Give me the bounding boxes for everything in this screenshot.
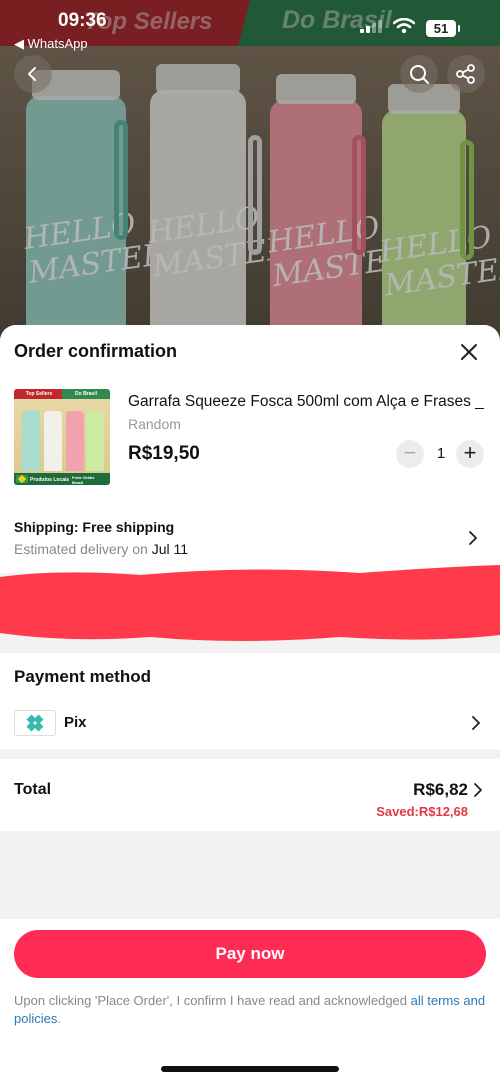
status-time: 09:36 [58, 10, 107, 31]
redacted-address [0, 565, 500, 641]
saved-amount: Saved:R$12,68 [376, 804, 468, 819]
close-icon[interactable] [456, 339, 482, 365]
minus-icon: − [403, 440, 417, 465]
quantity-increase-button[interactable]: + [456, 440, 484, 468]
terms-notice: Upon clicking 'Place Order', I confirm I… [14, 993, 486, 1026]
quantity-value: 1 [436, 445, 446, 462]
plus-icon: + [463, 440, 477, 465]
pix-icon [26, 714, 44, 732]
payment-method-name[interactable]: Pix [64, 714, 87, 731]
back-button[interactable] [14, 55, 52, 93]
brazil-flag-icon [16, 475, 28, 483]
share-button[interactable] [447, 55, 485, 93]
chevron-right-icon [469, 531, 477, 545]
search-button[interactable] [400, 55, 438, 93]
search-icon [410, 65, 429, 84]
quantity-decrease-button[interactable]: − [396, 440, 424, 468]
delivery-date: Jul 11 [151, 541, 189, 557]
total-label: Total [14, 781, 52, 798]
share-icon [456, 64, 475, 84]
order-confirmation-sheet: Order confirmation Top Sellers Do Brasil… [0, 325, 500, 1081]
payment-method-title: Payment method [14, 667, 151, 686]
home-indicator[interactable] [161, 1066, 339, 1072]
pix-logo[interactable] [14, 710, 56, 736]
shipping-estimate: Estimated delivery on Jul 11 [14, 541, 189, 557]
product-thumbnail[interactable]: Top Sellers Do Brasil Produtos Locais Fr… [14, 389, 110, 485]
product-variant[interactable]: Random [128, 416, 181, 432]
shipping-title: Shipping: Free shipping [14, 519, 175, 535]
pay-now-button[interactable]: Pay now [14, 930, 486, 978]
total-amount[interactable]: R$6,82 [413, 780, 468, 800]
product-name: Garrafa Squeeze Fosca 500ml com Alça e F… [128, 393, 484, 410]
sheet-title: Order confirmation [14, 341, 178, 361]
back-to-app-link[interactable]: ◀ WhatsApp [14, 36, 88, 52]
battery-indicator: 51 [426, 20, 460, 37]
signal-icon [360, 20, 382, 33]
back-icon [28, 67, 36, 81]
chevron-right-icon[interactable] [470, 716, 482, 730]
product-card: Order confirmation Top Sellers Do Brasil… [0, 325, 500, 503]
chevron-right-icon[interactable] [472, 783, 484, 797]
product-price: R$19,50 [128, 443, 200, 464]
wifi-icon [393, 18, 415, 34]
